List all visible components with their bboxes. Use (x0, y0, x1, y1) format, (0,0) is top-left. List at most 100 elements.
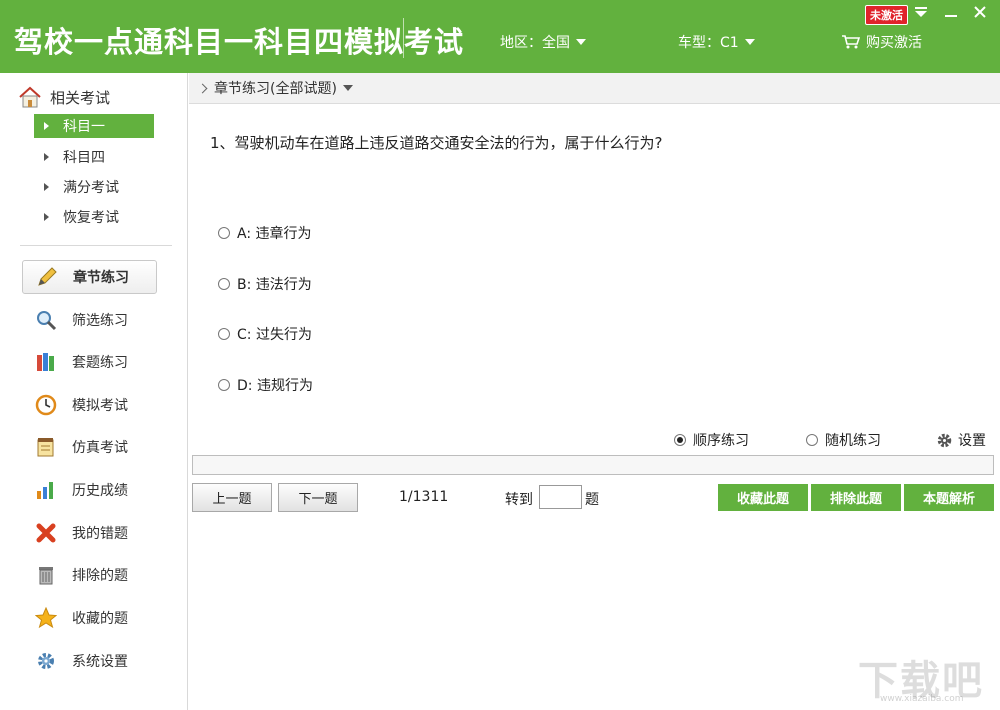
nav-label: 套题练习 (72, 355, 128, 371)
nav-label: 历史成绩 (72, 483, 128, 499)
prev-question-button[interactable]: 上一题 (192, 483, 272, 512)
chevron-down-icon (576, 39, 586, 45)
books-icon (34, 350, 58, 374)
gear-icon (937, 433, 952, 447)
nav-set-practice[interactable]: 套题练习 (22, 345, 157, 379)
buy-label: 购买激活 (866, 35, 922, 51)
mode-label: 顺序练习 (693, 433, 749, 449)
option-d[interactable]: D: 违规行为 (218, 375, 313, 395)
nav-label: 排除的题 (72, 568, 128, 584)
option-c[interactable]: C: 过失行为 (218, 324, 312, 344)
caret-right-icon (44, 122, 49, 130)
menu-caret-icon (915, 7, 927, 17)
sub-item-label: 满分考试 (63, 180, 119, 196)
option-label: D: 违规行为 (237, 378, 313, 394)
goto-suffix: 题 (585, 492, 599, 508)
nav-label: 系统设置 (72, 654, 128, 670)
goto-label: 转到 (505, 492, 533, 508)
sub-item-label: 恢复考试 (63, 210, 119, 226)
settings-button[interactable]: 设置 (936, 430, 986, 450)
radio-icon (218, 278, 230, 290)
title-divider (403, 18, 404, 58)
notepad-icon (34, 435, 58, 459)
question-explanation-button[interactable]: 本题解析 (904, 484, 994, 511)
nav-label: 我的错题 (72, 526, 128, 542)
watermark-url: www.xiazaiba.com (880, 694, 964, 704)
star-icon (34, 606, 58, 630)
option-label: C: 过失行为 (237, 327, 312, 343)
radio-icon (218, 328, 230, 340)
question-counter: 1/1311 (399, 489, 449, 505)
next-question-button[interactable]: 下一题 (278, 483, 358, 512)
nav-filter-practice[interactable]: 筛选练习 (22, 303, 157, 337)
option-b[interactable]: B: 违法行为 (218, 274, 312, 294)
breadcrumb-label: 章节练习(全部试题) (214, 81, 337, 97)
nav-favorite-questions[interactable]: 收藏的题 (22, 601, 157, 635)
option-label: B: 违法行为 (237, 277, 312, 293)
chevron-down-icon (342, 85, 353, 91)
radio-selected-icon (674, 434, 686, 446)
sub-item-label: 科目四 (63, 150, 105, 166)
settings-label: 设置 (958, 433, 986, 449)
random-practice-radio[interactable]: 随机练习 (806, 430, 881, 450)
option-a[interactable]: A: 违章行为 (218, 223, 312, 243)
radio-icon (806, 434, 818, 446)
radio-icon (218, 379, 230, 391)
nav-my-mistakes[interactable]: 我的错题 (22, 516, 157, 550)
nav-excluded-questions[interactable]: 排除的题 (22, 558, 157, 592)
cart-icon (842, 35, 860, 49)
related-label: 相关考试 (50, 88, 111, 107)
sidebar: 相关考试 科目一 科目四 满分考试 恢复考试 章节练习 筛选练习 套题练习 模拟… (0, 73, 188, 710)
option-label: A: 违章行为 (237, 226, 312, 242)
question-text: 1、驾驶机动车在道路上违反道路交通安全法的行为，属于什么行为? (210, 134, 663, 152)
favorite-question-button[interactable]: 收藏此题 (718, 484, 808, 511)
breadcrumb[interactable]: 章节练习(全部试题) (189, 73, 1000, 104)
nav-chapter-practice[interactable]: 章节练习 (22, 260, 157, 294)
nav-system-settings[interactable]: 系统设置 (22, 644, 157, 678)
nav-label: 筛选练习 (72, 313, 128, 329)
related-exams-header: 相关考试 (18, 86, 110, 108)
mode-label: 随机练习 (825, 433, 881, 449)
minimize-button[interactable] (941, 2, 961, 22)
nav-label: 仿真考试 (72, 440, 128, 456)
nav-label: 模拟考试 (72, 398, 128, 414)
nav-history-score[interactable]: 历史成绩 (22, 473, 157, 507)
gear-icon (34, 649, 58, 673)
chevron-down-icon (744, 39, 755, 45)
clock-icon (34, 393, 58, 417)
region-dropdown[interactable]: 地区：全国 (500, 32, 586, 52)
minimize-icon (945, 15, 957, 17)
sidebar-sub-item-full-score[interactable]: 满分考试 (34, 175, 154, 199)
sidebar-sub-item-subject4[interactable]: 科目四 (34, 145, 154, 169)
region-label: 地区：全国 (500, 35, 570, 51)
sub-item-label: 科目一 (63, 119, 105, 135)
nav-label: 章节练习 (73, 270, 129, 286)
caret-right-icon (44, 153, 49, 161)
exclude-question-button[interactable]: 排除此题 (811, 484, 901, 511)
sidebar-divider (20, 245, 172, 246)
nav-mock-exam[interactable]: 模拟考试 (22, 388, 157, 422)
pencil-icon (35, 265, 59, 289)
app-title: 驾校一点通科目一科目四模拟考试 (14, 25, 465, 59)
chevron-right-icon (197, 83, 208, 93)
caret-right-icon (44, 213, 49, 221)
trash-icon (34, 563, 58, 587)
menu-dropdown-button[interactable] (911, 2, 931, 22)
status-badge: 未激活 (865, 5, 908, 25)
close-button[interactable] (970, 2, 990, 22)
sidebar-sub-item-subject1[interactable]: 科目一 (34, 114, 154, 138)
sidebar-sub-item-resume-exam[interactable]: 恢复考试 (34, 205, 154, 229)
red-x-icon (34, 521, 58, 545)
home-icon (19, 86, 41, 108)
goto-question-input[interactable] (539, 485, 582, 509)
car-type-dropdown[interactable]: 车型：C1 (678, 32, 755, 52)
app-header: 驾校一点通科目一科目四模拟考试 地区：全国 车型：C1 购买激活 未激活 (0, 0, 1000, 73)
bar-chart-icon (34, 478, 58, 502)
car-type-label: 车型：C1 (678, 35, 739, 51)
sequential-practice-radio[interactable]: 顺序练习 (674, 430, 749, 450)
nav-simulation-exam[interactable]: 仿真考试 (22, 430, 157, 464)
close-icon (974, 6, 986, 18)
buy-activate-button[interactable]: 购买激活 (842, 32, 922, 52)
caret-right-icon (44, 183, 49, 191)
nav-label: 收藏的题 (72, 611, 128, 627)
